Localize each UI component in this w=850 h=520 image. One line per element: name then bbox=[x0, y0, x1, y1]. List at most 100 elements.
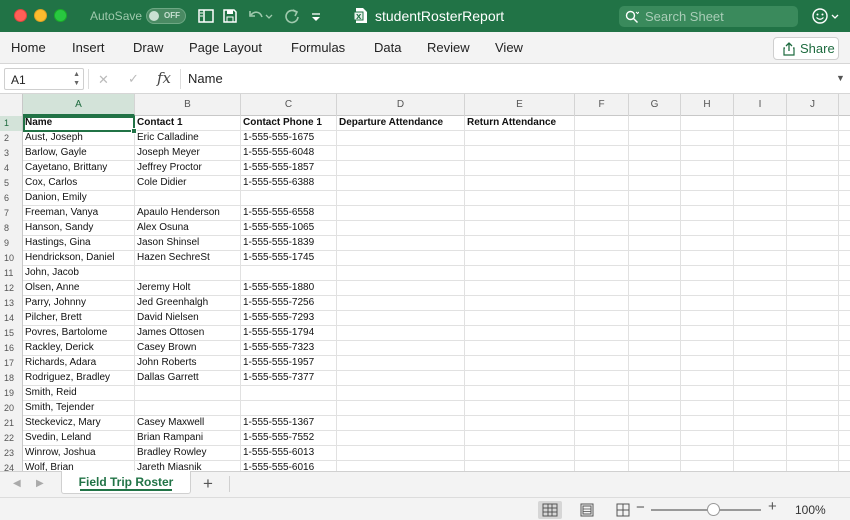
table-cell[interactable] bbox=[575, 146, 629, 161]
table-cell[interactable]: Parry, Johnny bbox=[23, 296, 135, 311]
header-cell[interactable]: Name bbox=[23, 116, 135, 131]
table-cell[interactable] bbox=[337, 416, 465, 431]
table-cell[interactable] bbox=[465, 251, 575, 266]
table-cell[interactable] bbox=[787, 326, 839, 341]
table-cell[interactable] bbox=[734, 191, 787, 206]
row-header[interactable]: 12 bbox=[0, 281, 23, 296]
table-cell[interactable] bbox=[787, 356, 839, 371]
table-cell[interactable]: Hendrickson, Daniel bbox=[23, 251, 135, 266]
table-cell[interactable]: Eric Calladine bbox=[135, 131, 241, 146]
search-sheet-box[interactable] bbox=[619, 6, 798, 27]
search-input[interactable] bbox=[645, 8, 795, 25]
table-cell[interactable] bbox=[465, 371, 575, 386]
table-cell[interactable] bbox=[629, 311, 681, 326]
table-cell[interactable] bbox=[337, 236, 465, 251]
table-cell[interactable] bbox=[734, 251, 787, 266]
column-header-j[interactable]: J bbox=[787, 94, 839, 116]
undo-icon[interactable] bbox=[246, 6, 266, 26]
row-header[interactable]: 2 bbox=[0, 131, 23, 146]
column-header-e[interactable]: E bbox=[465, 94, 575, 116]
table-cell[interactable] bbox=[629, 206, 681, 221]
table-cell[interactable] bbox=[465, 296, 575, 311]
table-cell[interactable] bbox=[337, 281, 465, 296]
table-cell[interactable]: 1-555-555-1367 bbox=[241, 416, 337, 431]
table-cell[interactable] bbox=[337, 401, 465, 416]
table-cell[interactable] bbox=[734, 401, 787, 416]
table-cell[interactable] bbox=[575, 191, 629, 206]
table-cell[interactable] bbox=[465, 161, 575, 176]
table-cell[interactable] bbox=[465, 191, 575, 206]
table-cell[interactable] bbox=[787, 221, 839, 236]
table-cell[interactable]: Smith, Tejender bbox=[23, 401, 135, 416]
table-cell[interactable] bbox=[734, 386, 787, 401]
table-cell[interactable]: Olsen, Anne bbox=[23, 281, 135, 296]
table-cell[interactable] bbox=[337, 191, 465, 206]
table-cell[interactable]: Hazen SechreSt bbox=[135, 251, 241, 266]
table-cell[interactable] bbox=[465, 266, 575, 281]
table-cell[interactable] bbox=[787, 176, 839, 191]
table-cell[interactable]: Winrow, Joshua bbox=[23, 446, 135, 461]
table-cell[interactable] bbox=[629, 266, 681, 281]
table-cell[interactable] bbox=[465, 461, 575, 471]
table-cell[interactable]: Dallas Garrett bbox=[135, 371, 241, 386]
table-cell[interactable] bbox=[734, 356, 787, 371]
table-cell[interactable] bbox=[734, 431, 787, 446]
table-cell[interactable] bbox=[681, 206, 734, 221]
table-cell[interactable] bbox=[465, 326, 575, 341]
table-cell[interactable] bbox=[734, 206, 787, 221]
close-window-button[interactable] bbox=[14, 9, 27, 22]
table-cell[interactable]: Danion, Emily bbox=[23, 191, 135, 206]
table-cell[interactable] bbox=[787, 296, 839, 311]
table-cell[interactable] bbox=[787, 266, 839, 281]
tab-home[interactable]: Home bbox=[11, 40, 46, 55]
table-cell[interactable] bbox=[787, 131, 839, 146]
table-cell[interactable] bbox=[337, 206, 465, 221]
table-cell[interactable] bbox=[734, 326, 787, 341]
table-cell[interactable]: 1-555-555-1675 bbox=[241, 131, 337, 146]
table-cell[interactable] bbox=[629, 461, 681, 471]
table-cell[interactable] bbox=[734, 281, 787, 296]
column-header-a[interactable]: A bbox=[23, 94, 135, 116]
table-cell[interactable] bbox=[681, 386, 734, 401]
table-cell[interactable] bbox=[734, 446, 787, 461]
table-cell[interactable] bbox=[241, 401, 337, 416]
table-cell[interactable] bbox=[575, 221, 629, 236]
table-cell[interactable] bbox=[734, 296, 787, 311]
table-cell[interactable] bbox=[629, 176, 681, 191]
table-cell[interactable]: Jareth Miasnik bbox=[135, 461, 241, 471]
user-account-icon[interactable] bbox=[810, 6, 840, 26]
table-cell[interactable] bbox=[337, 371, 465, 386]
row-header[interactable]: 19 bbox=[0, 386, 23, 401]
table-cell[interactable]: Alex Osuna bbox=[135, 221, 241, 236]
table-cell[interactable]: Steckevicz, Mary bbox=[23, 416, 135, 431]
minimize-window-button[interactable] bbox=[34, 9, 47, 22]
table-cell[interactable] bbox=[734, 416, 787, 431]
worksheet-grid[interactable]: A B C D E F G H I J 1 Name Contact 1 Contac… bbox=[0, 94, 850, 471]
table-cell[interactable] bbox=[337, 446, 465, 461]
table-cell[interactable]: Cayetano, Brittany bbox=[23, 161, 135, 176]
confirm-entry-icon[interactable]: ✓ bbox=[128, 71, 139, 87]
table-cell[interactable] bbox=[465, 146, 575, 161]
table-cell[interactable]: Cox, Carlos bbox=[23, 176, 135, 191]
table-cell[interactable]: 1-555-555-1839 bbox=[241, 236, 337, 251]
table-cell[interactable] bbox=[629, 386, 681, 401]
table-cell[interactable]: 1-555-555-7256 bbox=[241, 296, 337, 311]
add-sheet-icon[interactable]: + bbox=[203, 474, 213, 494]
table-cell[interactable]: Casey Brown bbox=[135, 341, 241, 356]
table-cell[interactable]: Aust, Joseph bbox=[23, 131, 135, 146]
table-cell[interactable] bbox=[681, 401, 734, 416]
table-cell[interactable]: 1-555-555-1065 bbox=[241, 221, 337, 236]
column-header-g[interactable]: G bbox=[629, 94, 681, 116]
table-cell[interactable] bbox=[734, 461, 787, 471]
table-cell[interactable] bbox=[734, 176, 787, 191]
cancel-entry-icon[interactable]: ✕ bbox=[98, 72, 109, 88]
table-cell[interactable] bbox=[629, 251, 681, 266]
table-cell[interactable] bbox=[734, 146, 787, 161]
table-cell[interactable] bbox=[337, 356, 465, 371]
table-cell[interactable] bbox=[629, 341, 681, 356]
save-icon[interactable] bbox=[220, 6, 240, 26]
table-cell[interactable]: Rodriguez, Bradley bbox=[23, 371, 135, 386]
table-cell[interactable] bbox=[734, 311, 787, 326]
header-cell[interactable] bbox=[629, 116, 681, 131]
table-cell[interactable]: Wolf, Brian bbox=[23, 461, 135, 471]
